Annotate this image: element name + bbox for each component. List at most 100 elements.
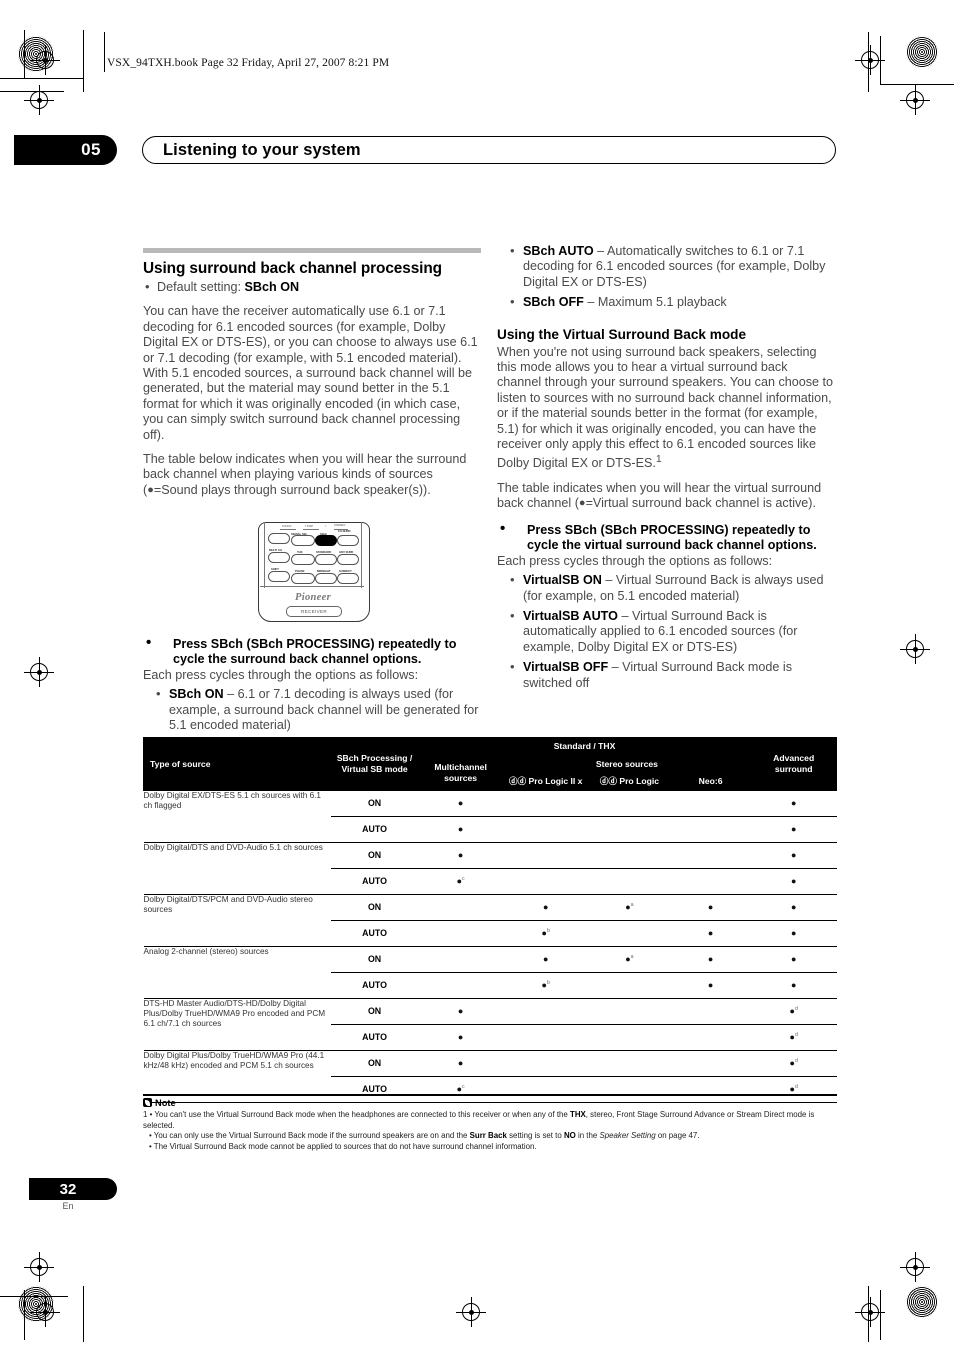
- remote-button-shift-label: SHIFT: [271, 567, 279, 571]
- th-neo6: Neo:6: [669, 772, 752, 791]
- th-type-of-source: Type of source: [142, 737, 332, 791]
- table-cell-multichannel: ●c: [418, 868, 503, 895]
- crop-mark: [0, 91, 64, 92]
- page-number-badge: 32: [29, 1178, 117, 1200]
- table-cell-pl: [588, 1049, 671, 1077]
- registration-mark-left-upper: [24, 85, 54, 115]
- remote-receiver-badge: RECEIVER: [286, 606, 342, 617]
- chapter-number-badge: 05: [14, 135, 117, 165]
- section-heading-virtual-surround-back: Using the Virtual Surround Back mode: [497, 326, 747, 342]
- option-name-virtualsb-auto: VirtualSB AUTO: [523, 608, 618, 623]
- remote-button-adv-surr[interactable]: [337, 554, 359, 565]
- instruction-press-sbch-text: Press SBch (SBch PROCESSING) repeatedly …: [173, 637, 457, 667]
- print-file-header: VSX_94TXH.book Page 32 Friday, April 27,…: [107, 57, 390, 69]
- registration-mark-top-left: [30, 45, 60, 75]
- remote-button-midnight[interactable]: [315, 573, 337, 584]
- table-cell-mode: ON: [330, 841, 419, 869]
- table-cell-mode: AUTO: [330, 972, 419, 999]
- table-cell-neo6: [670, 1024, 751, 1051]
- registration-mark-right-upper: [900, 85, 930, 115]
- table-cell-plii: ●: [503, 893, 589, 921]
- remote-button-standard[interactable]: [315, 554, 337, 565]
- table-cell-multichannel: ●: [418, 1024, 503, 1051]
- crop-mark: [83, 30, 84, 92]
- th-standard-thx: Standard / THX: [417, 737, 752, 756]
- list-item: SBch ON – 6.1 or 7.1 decoding is always …: [143, 686, 481, 733]
- table-cell-advanced: ●d: [750, 997, 837, 1025]
- table-cell-neo6: [670, 816, 751, 843]
- note-block: Note 1 • You can't use the Virtual Surro…: [143, 1094, 837, 1153]
- table-cell-source: Dolby Digital EX/DTS-ES 5.1 ch sources w…: [143, 789, 331, 843]
- surround-mode-table: Type of source SBch Processing / Virtual…: [142, 737, 837, 1103]
- remote-button-status-label: STATUS: [270, 534, 281, 539]
- table-row: Dolby Digital Plus/Dolby TrueHD/WMA9 Pro…: [143, 1049, 837, 1103]
- table-intro-b: =Sound plays through surround back speak…: [153, 482, 431, 497]
- virtual-table-intro-b: =Virtual surround back channel is active…: [585, 496, 817, 511]
- table-cell-plii: [503, 841, 589, 869]
- table-cell-mode: ON: [330, 893, 419, 921]
- remote-button-s-direct-label: S.DIRECT: [339, 569, 352, 573]
- halftone-patch-top-right: [906, 36, 938, 68]
- table-cell-multichannel: [418, 920, 503, 947]
- table-body: Dolby Digital EX/DTS-ES 5.1 ch sources w…: [143, 789, 837, 1103]
- cycle-lead-right: Each press cycles through the options as…: [497, 553, 773, 568]
- table-cell-plii: [503, 789, 589, 817]
- section-rule: [143, 248, 481, 253]
- table-cell-advanced: ●: [750, 945, 837, 973]
- remote-button-thx[interactable]: [291, 554, 315, 565]
- table-cell-multichannel: ●: [418, 1049, 503, 1077]
- remote-button-s-direct[interactable]: [337, 573, 359, 584]
- virtual-intro-text: When you're not using surround back spea…: [497, 344, 834, 471]
- table-cell-pl: [588, 1024, 671, 1051]
- registration-mark-right-middle: [900, 634, 930, 664]
- remote-button-phase[interactable]: [291, 573, 315, 584]
- remote-label-stereo: STEREO/: [334, 524, 346, 527]
- remote-button-signal-sel[interactable]: [291, 535, 315, 546]
- table-cell-mode: AUTO: [330, 868, 419, 895]
- option-name-sbch-on: SBch ON: [169, 687, 224, 702]
- table-cell-advanced: ●: [750, 789, 837, 817]
- table-cell-mode: ON: [330, 1049, 419, 1077]
- left-column-lower: Press SBch (SBch PROCESSING) repeatedly …: [143, 626, 481, 738]
- table-cell-pl: [588, 816, 671, 843]
- crop-mark: [880, 84, 954, 85]
- chapter-title-text: Listening to your system: [163, 140, 361, 159]
- remote-button-midnight-label: MIDNIGHT: [317, 569, 331, 573]
- table-row: Dolby Digital/DTS and DVD-Audio 5.1 ch s…: [143, 841, 837, 895]
- remote-label-mute: ◊: [325, 525, 327, 528]
- note-item-2: • You can only use the Virtual Surround …: [149, 1131, 700, 1141]
- remote-button-phase-label: PHASE: [295, 569, 305, 573]
- remote-seam: [260, 586, 364, 588]
- crop-mark: [83, 1286, 84, 1342]
- remote-button-sbch[interactable]: [315, 535, 337, 546]
- remote-button-fs-surr[interactable]: [337, 535, 359, 546]
- right-column: SBch AUTO – Automatically switches to 6.…: [497, 243, 835, 696]
- th-pro-logic-label: Pro Logic: [619, 776, 659, 786]
- table-cell-advanced: ●d: [750, 1049, 837, 1077]
- virtualsb-option-list: VirtualSB ON – Virtual Surround Back is …: [497, 572, 835, 691]
- table-cell-pl: [588, 920, 671, 947]
- table-cell-plii: ●b: [503, 972, 589, 999]
- table-cell-plii: [503, 1024, 589, 1051]
- table-cell-mode: AUTO: [330, 920, 419, 947]
- halftone-patch-bottom-right: [906, 1286, 938, 1318]
- option-name-sbch-auto: SBch AUTO: [523, 244, 594, 258]
- note-title: Note: [155, 1097, 176, 1108]
- remote-button-multi-ch[interactable]: [268, 552, 290, 563]
- remote-button-shift[interactable]: [268, 571, 290, 582]
- default-setting-label: Default setting:: [157, 280, 245, 294]
- list-item: VirtualSB AUTO – Virtual Surround Back i…: [497, 608, 835, 655]
- table-cell-mode: AUTO: [330, 1024, 419, 1051]
- table-cell-advanced: ●d: [750, 1024, 837, 1051]
- remote-button-sbch-label: SBch: [320, 531, 327, 536]
- crop-mark: [868, 1286, 869, 1342]
- th-advanced-surround: Advanced surround: [750, 737, 837, 791]
- table-cell-neo6: ●: [670, 972, 751, 999]
- bullet-dot-glyph: ●: [578, 497, 586, 510]
- registration-mark-left-lower: [24, 1252, 54, 1282]
- table-cell-neo6: ●: [670, 945, 751, 973]
- option-desc-sbch-off: – Maximum 5.1 playback: [583, 295, 727, 310]
- table-cell-multichannel: ●: [418, 997, 503, 1025]
- table-row: DTS-HD Master Audio/DTS-HD/Dolby Digital…: [143, 997, 837, 1051]
- note-item-1: 1 • You can't use the Virtual Surround B…: [143, 1110, 815, 1130]
